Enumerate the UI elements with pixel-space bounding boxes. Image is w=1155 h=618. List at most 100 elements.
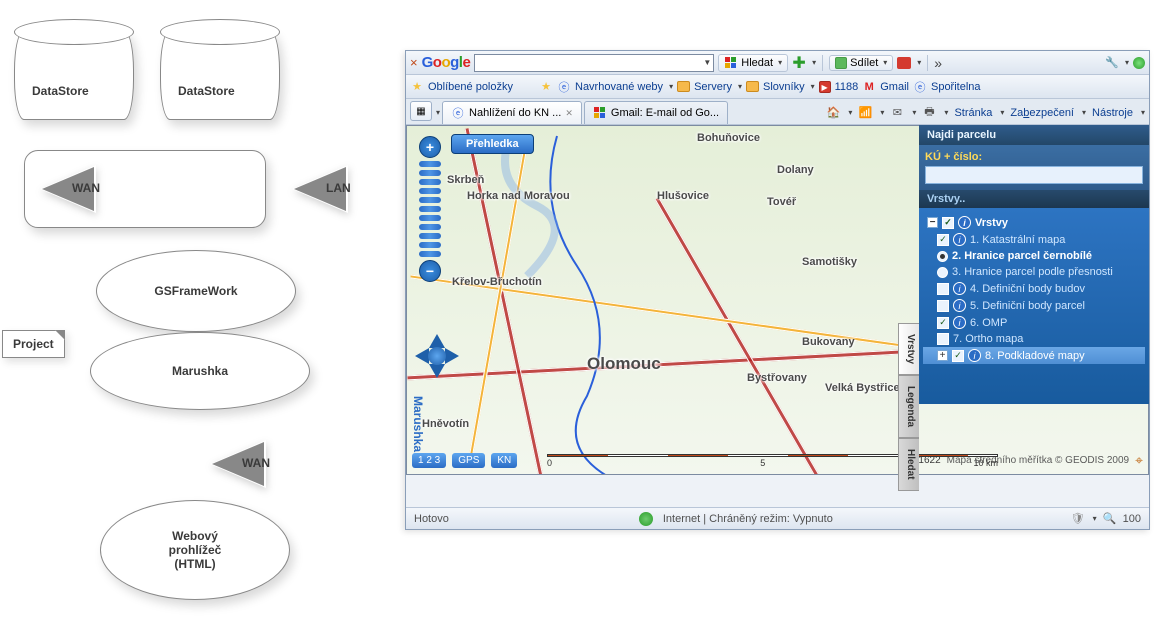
1188-icon: ▶	[819, 81, 831, 93]
radio-icon[interactable]	[937, 267, 948, 278]
fav-star-icon: ★	[539, 80, 553, 94]
tab-inactive[interactable]: Gmail: E-mail od Go...	[584, 101, 728, 124]
info-icon[interactable]: i	[968, 349, 981, 362]
close-icon[interactable]: ✕	[565, 108, 573, 119]
page-menu[interactable]: Stránka	[954, 107, 992, 119]
side-tab-search[interactable]: Hledat	[898, 438, 919, 491]
mail-read-icon[interactable]: ✉	[890, 106, 904, 120]
fav-item-servers[interactable]: Servery	[694, 81, 732, 93]
place-tover: Tovéř	[767, 196, 796, 208]
gmail-icon: M	[862, 80, 876, 94]
marushka-ellipse: Marushka	[90, 332, 310, 410]
pan-north-icon[interactable]	[429, 326, 445, 348]
info-icon[interactable]: i	[953, 299, 966, 312]
datastore-cylinder-1	[14, 30, 134, 120]
home-icon[interactable]: 🏠	[826, 106, 840, 120]
tree-item[interactable]: i4. Definiční body budov	[923, 280, 1145, 297]
zoom-slider[interactable]: + −	[415, 136, 445, 282]
tree-item[interactable]: ✓ i 6. OMP	[923, 314, 1145, 331]
pan-west-icon[interactable]	[407, 348, 429, 364]
tree-item[interactable]: i5. Definiční body parcel	[923, 297, 1145, 314]
plus-icon[interactable]: ✚	[792, 56, 806, 70]
project-note: Project	[2, 330, 65, 358]
framework-ellipse: GSFrameWork	[96, 250, 296, 332]
checkbox-icon[interactable]	[937, 283, 949, 295]
fav-item-1188[interactable]: 1188	[835, 81, 859, 93]
info-icon[interactable]: i	[958, 216, 971, 229]
close-icon[interactable]: ×	[410, 55, 418, 70]
fav-item-suggested[interactable]: Navrhované weby	[575, 81, 663, 93]
place-bystrovany: Bystřovany	[747, 372, 807, 384]
tree-item[interactable]: + ✓ i 8. Podkladové mapy	[923, 347, 1145, 364]
more-button[interactable]: »	[934, 55, 942, 71]
fav-item-bank[interactable]: Spořitelna	[931, 81, 981, 93]
tree-item[interactable]: 2. Hranice parcel černobílé	[923, 248, 1145, 264]
tree-item-label: 8. Podkladové mapy	[985, 350, 1085, 362]
tree-root[interactable]: − ✓ i Vrstvy	[923, 214, 1145, 231]
radio-icon[interactable]	[937, 251, 948, 262]
tree-root-label: Vrstvy	[975, 217, 1008, 229]
checkbox-icon[interactable]: ✓	[942, 217, 954, 229]
favorites-label[interactable]: Oblíbené položky	[428, 81, 513, 93]
google-search-input[interactable]: ▼	[474, 54, 714, 72]
zoom-out-button[interactable]: −	[419, 260, 441, 282]
place-bohunovice: Bohuňovice	[697, 132, 760, 144]
expand-icon[interactable]: +	[937, 350, 948, 361]
checkbox-icon[interactable]: ✓	[937, 234, 949, 246]
fav-item-gmail[interactable]: Gmail	[880, 81, 909, 93]
find-parcel-header: Najdi parcelu	[919, 125, 1149, 145]
coords-chip[interactable]: 1 2 3	[412, 453, 446, 468]
share-button[interactable]: Sdílet ▾	[829, 55, 893, 71]
tree-item[interactable]: ✓ i 1. Katastrální mapa	[923, 231, 1145, 248]
checkbox-icon[interactable]: ✓	[937, 317, 949, 329]
zoom-in-button[interactable]: +	[419, 136, 441, 158]
side-tab-layers[interactable]: Vrstvy	[898, 323, 919, 375]
kn-chip[interactable]: KN	[491, 453, 517, 468]
tree-item-label: 6. OMP	[970, 317, 1007, 329]
status-zone: Internet | Chráněný režim: Vypnuto	[663, 513, 833, 525]
side-tab-legend[interactable]: Legenda	[898, 375, 919, 438]
river-svg	[407, 126, 927, 475]
print-icon[interactable]: 🖶	[922, 106, 936, 120]
checkbox-icon[interactable]	[937, 333, 949, 345]
pan-east-icon[interactable]	[445, 348, 467, 364]
wrench-icon[interactable]: 🔧	[1105, 56, 1119, 70]
place-bukovany: Bukovany	[802, 336, 855, 348]
pan-compass[interactable]	[407, 326, 467, 386]
security-menu[interactable]: Zabezpečení	[1010, 107, 1074, 119]
tree-item-label: 1. Katastrální mapa	[970, 234, 1065, 246]
toolbar-extra-icon[interactable]	[897, 56, 911, 70]
rss-icon[interactable]: 📶	[858, 106, 872, 120]
place-krelov: Křelov-Břuchotín	[452, 276, 542, 288]
tools-menu[interactable]: Nástroje	[1092, 107, 1133, 119]
overview-button[interactable]: Přehledka	[451, 134, 534, 154]
protected-mode-icon[interactable]: 🛡	[1071, 512, 1085, 526]
star-icon[interactable]: ★	[410, 80, 424, 94]
find-parcel-body: KÚ + číslo:	[919, 145, 1149, 190]
globe-icon	[639, 512, 653, 526]
checkbox-icon[interactable]: ✓	[952, 350, 964, 362]
google-logo: Google	[422, 54, 471, 71]
tab-active[interactable]: ⓔ Nahlížení do KN ... ✕	[442, 101, 582, 124]
wan-label-2: WAN	[242, 456, 270, 470]
architecture-diagram: DataStore DataStore WAN LAN GSFrameWork …	[0, 0, 400, 618]
info-icon[interactable]: i	[953, 316, 966, 329]
tab-grid-button[interactable]: ▦	[410, 101, 432, 121]
tree-item[interactable]: 7. Ortho mapa	[923, 331, 1145, 347]
collapse-icon[interactable]: −	[927, 217, 938, 228]
ku-input[interactable]	[925, 166, 1143, 184]
tree-item[interactable]: 3. Hranice parcel podle přesnosti	[923, 264, 1145, 280]
ie-icon: ⓔ	[451, 106, 465, 120]
pan-center-icon[interactable]	[428, 347, 446, 365]
search-button[interactable]: Hledat ▾	[718, 54, 788, 72]
place-horka: Horka nad Moravou	[467, 190, 570, 202]
checkbox-icon[interactable]	[937, 300, 949, 312]
pan-south-icon[interactable]	[429, 364, 445, 386]
status-zoom: 100	[1123, 513, 1141, 525]
info-icon[interactable]: i	[953, 233, 966, 246]
gps-chip[interactable]: GPS	[452, 453, 485, 468]
info-icon[interactable]: i	[953, 282, 966, 295]
zoom-world-icon[interactable]: 🔍	[1103, 512, 1117, 526]
share-icon	[835, 57, 847, 69]
fav-item-dict[interactable]: Slovníky	[763, 81, 805, 93]
